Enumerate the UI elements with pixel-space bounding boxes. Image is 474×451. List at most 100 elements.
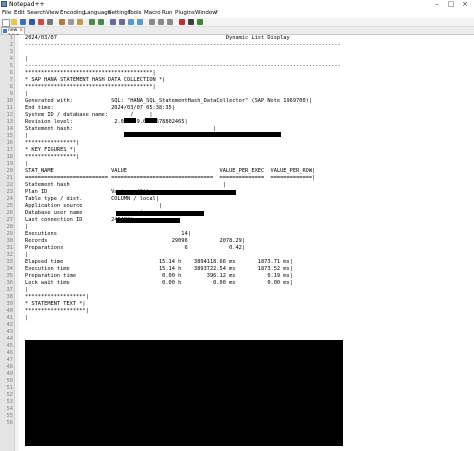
menu-macro[interactable]: Macro (144, 9, 161, 18)
file-icon (3, 29, 7, 33)
find-icon[interactable] (110, 19, 116, 25)
line-number: 6 (9, 70, 13, 76)
line-number: 19 (6, 161, 13, 167)
editor-line[interactable]: 24 Table type / dist. COLUMN / local| (0, 196, 474, 203)
redo-icon[interactable] (98, 19, 104, 25)
zoom-out-icon[interactable] (137, 19, 143, 25)
editor-line[interactable]: 2 ---------------------------------------… (0, 42, 474, 49)
editor-line[interactable]: 43 (0, 329, 474, 336)
word-wrap-icon[interactable] (149, 19, 155, 25)
line-number: 34 (6, 266, 13, 272)
editor-line[interactable]: 39 * STATEMENT TEXT *| (0, 301, 474, 308)
editor-line[interactable]: 36 Lock wait time 0.00 h 0.00 ms 0.00 ms| (0, 280, 474, 287)
line-number: 46 (6, 350, 13, 356)
line-number: 5 (9, 63, 13, 69)
close-button[interactable]: × (460, 0, 470, 9)
editor-line[interactable]: 8 ***************************************… (0, 84, 474, 91)
editor-line[interactable]: 9 | (0, 91, 474, 98)
paste-icon[interactable] (77, 19, 83, 25)
undo-icon[interactable] (89, 19, 95, 25)
close-file-icon[interactable] (38, 19, 44, 25)
editor-line[interactable]: 1 2024/03/07 Dynamic List Display (0, 35, 474, 42)
tab-close-icon[interactable]: × (19, 28, 23, 34)
editor-line[interactable]: 12 System ID / database name: / | (0, 112, 474, 119)
editor-line[interactable]: 4 | (0, 56, 474, 63)
editor-line[interactable]: 20 STAT_NAME VALUE VALUE_PER_EXEC VALUE_P… (0, 168, 474, 175)
editor-line[interactable]: 30 Records 29096 2078.29| (0, 238, 474, 245)
editor-line[interactable]: 10 Generated with: SQL: "HANA_SQL_Stateme… (0, 98, 474, 105)
editor-line[interactable]: 29 Executions 14| (0, 231, 474, 238)
editor-line[interactable]: 13 Revision level: 2.00.059.08.1678802465… (0, 119, 474, 126)
editor-line[interactable]: 19 | (0, 161, 474, 168)
menu-encoding[interactable]: Encoding (60, 9, 85, 18)
menu-tools[interactable]: Tools (128, 9, 142, 18)
editor-line[interactable]: 17 * KEY FIGURES *| (0, 147, 474, 154)
redacted-statement-hash (124, 132, 281, 137)
editor-line[interactable]: 16 ****************| (0, 140, 474, 147)
save-icon[interactable] (20, 19, 26, 25)
editor-line[interactable]: 5 ---------------------------------------… (0, 63, 474, 70)
replace-icon[interactable] (119, 19, 125, 25)
line-number: 56 (6, 420, 13, 426)
editor-line[interactable]: 27 Last connection ID 245402| (0, 217, 474, 224)
editor-line[interactable]: 37 | (0, 287, 474, 294)
print-icon[interactable] (47, 19, 53, 25)
line-text: | (25, 315, 29, 321)
redacted-statement-hash-value (116, 190, 236, 195)
line-text: Statement hash | (25, 182, 226, 188)
editor-line[interactable]: 11 End time: 2024/03/07 05:38:35| (0, 105, 474, 112)
editor-line[interactable]: 35 Preparation time 0.00 h 396.12 ms 0.19… (0, 273, 474, 280)
editor-line[interactable]: 18 ****************| (0, 154, 474, 161)
minimize-button[interactable]: – (432, 0, 442, 9)
editor-line[interactable]: 25 Application source | (0, 203, 474, 210)
menu-plugins[interactable]: Plugins (175, 9, 195, 18)
menu-search[interactable]: Search (27, 9, 46, 18)
editor-line[interactable]: 32 | (0, 252, 474, 259)
editor-line[interactable]: 33 Elapsed time 15.14 h 3894118.66 ms 187… (0, 259, 474, 266)
editor-line[interactable]: 7 * SAP HANA STATEMENT HASH DATA COLLECTI… (0, 77, 474, 84)
editor-line[interactable]: 26 Database user name | (0, 210, 474, 217)
editor-area[interactable]: 1 2024/03/07 Dynamic List Display 2 -------… (0, 35, 474, 451)
show-all-chars-icon[interactable] (158, 19, 164, 25)
editor-line[interactable]: 34 Execution time 15.14 h 3893722.54 ms 1… (0, 266, 474, 273)
stop-macro-icon[interactable] (188, 19, 194, 25)
menu-file[interactable]: File (2, 9, 11, 18)
editor-line[interactable]: 28 | (0, 224, 474, 231)
line-number: 16 (6, 140, 13, 146)
line-number: 3 (9, 49, 13, 55)
line-text: Generated with: SQL: "HANA_SQL_Statement… (25, 98, 313, 104)
line-number: 10 (6, 98, 13, 104)
play-macro-icon[interactable] (197, 19, 203, 25)
record-macro-icon[interactable] (179, 19, 185, 25)
menu-view[interactable]: View (46, 9, 59, 18)
open-file-icon[interactable] (11, 19, 17, 25)
editor-line[interactable]: 41 | (0, 315, 474, 322)
editor-line[interactable]: 40 *******************| (0, 308, 474, 315)
tab-new-1[interactable]: new 1.txt × (1, 27, 25, 39)
line-number: 47 (6, 357, 13, 363)
zoom-in-icon[interactable] (128, 19, 134, 25)
editor-line[interactable]: 6 ***************************************… (0, 70, 474, 77)
editor-line[interactable]: 22 Statement hash | (0, 182, 474, 189)
editor-line[interactable]: 31 Preparations 6 0.42| (0, 245, 474, 252)
menu-run[interactable]: Run (162, 9, 173, 18)
editor-line[interactable]: 23 Plan ID Various (6)| (0, 189, 474, 196)
indent-guide-icon[interactable] (167, 19, 173, 25)
line-number: 33 (6, 259, 13, 265)
menu-help[interactable]: ? (215, 9, 218, 18)
toolbar (0, 18, 474, 27)
line-number: 1 (9, 35, 13, 41)
editor-line[interactable]: 3 (0, 49, 474, 56)
editor-line[interactable]: 21 ========================== ===========… (0, 175, 474, 182)
copy-icon[interactable] (68, 19, 74, 25)
save-all-icon[interactable] (29, 19, 35, 25)
editor-line[interactable]: 38 *******************| (0, 294, 474, 301)
menu-window[interactable]: Window (195, 9, 217, 18)
line-text: ****************************************… (25, 84, 156, 90)
menu-edit[interactable]: Edit (14, 9, 25, 18)
maximize-button[interactable]: □ (446, 0, 456, 9)
editor-line[interactable]: 42 (0, 322, 474, 329)
new-file-icon[interactable] (2, 19, 10, 27)
cut-icon[interactable] (59, 19, 65, 25)
line-text: | (25, 161, 29, 167)
